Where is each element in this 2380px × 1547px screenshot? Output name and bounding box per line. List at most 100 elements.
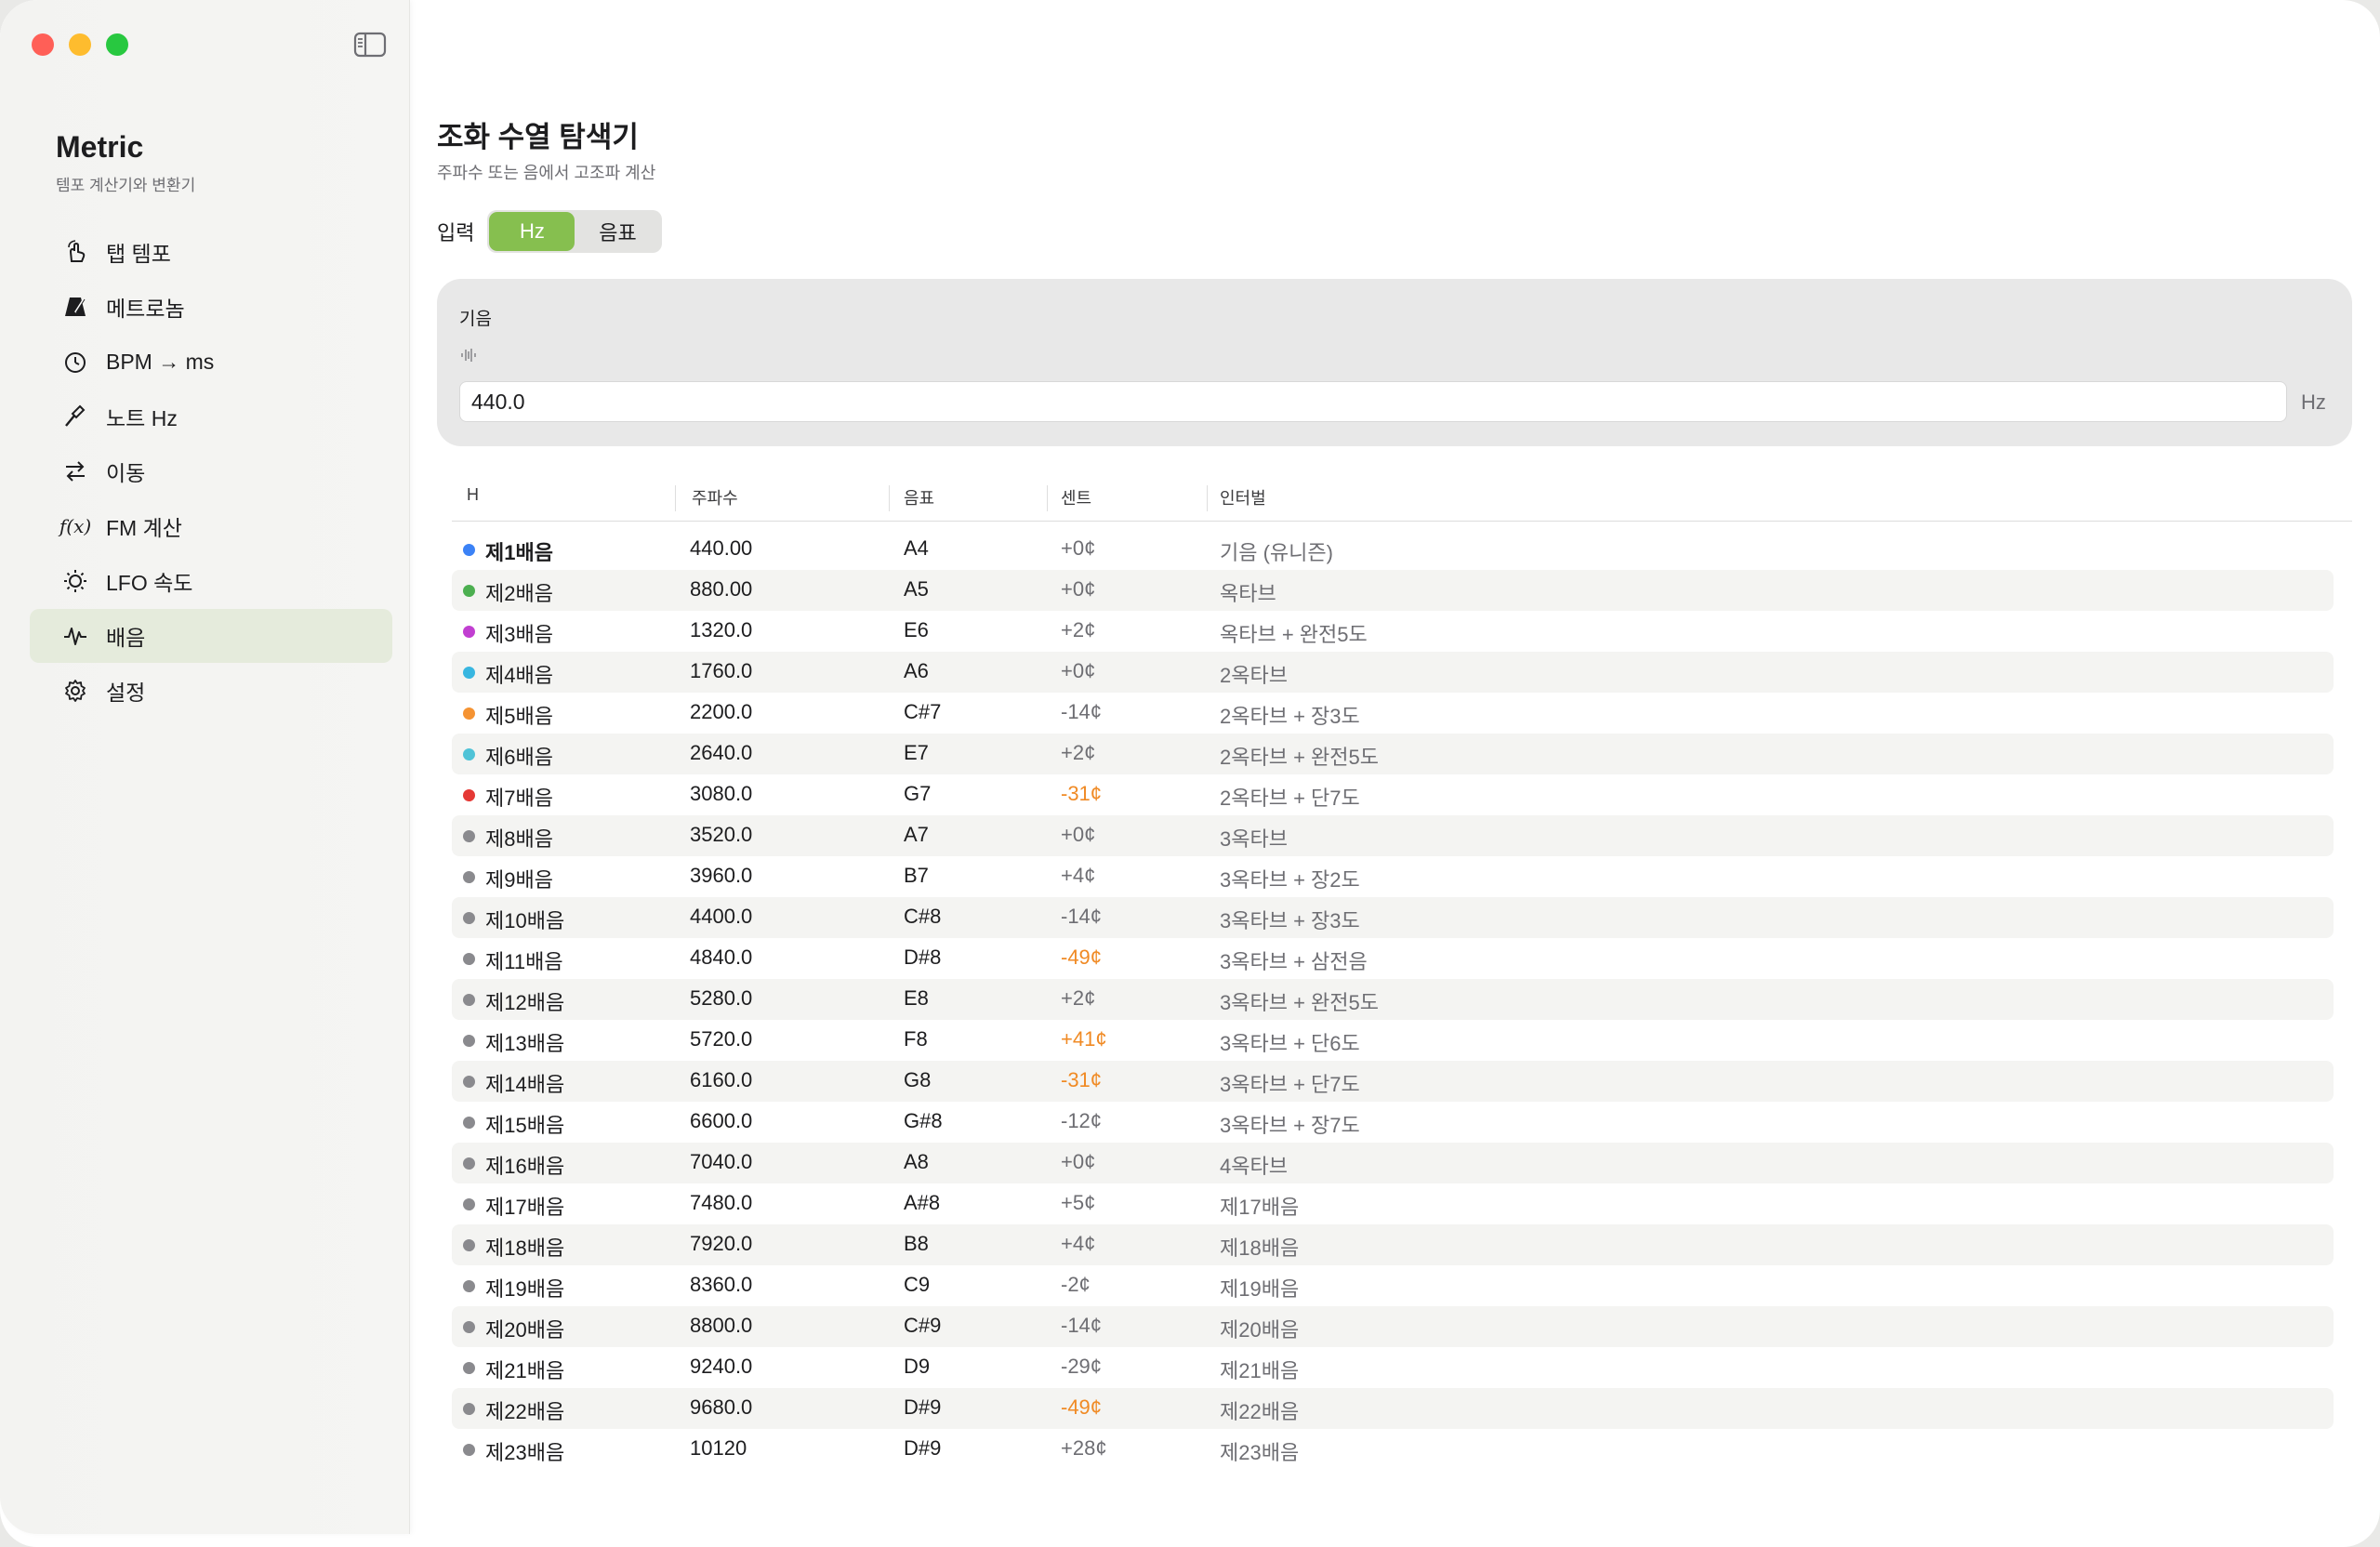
main-content: 조화 수열 탐색기 주파수 또는 음에서 고조파 계산 입력 Hz 음표 기음 …: [437, 0, 2352, 1547]
sidebar-item-fm[interactable]: f(x) FM 계산: [30, 499, 392, 553]
cents-cell: +0¢: [1061, 659, 1096, 682]
interval-cell: 2옥타브 + 완전5도: [1220, 746, 1379, 769]
table-body: 제1배음 440.00 A4 +0¢ 기음 (유니즌) 제2배음 880.00 A5 +0¢ 옥타…: [452, 529, 2352, 1470]
table-row[interactable]: 제9배음 3960.0 B7 +4¢ 3옥타브 + 장2도: [452, 856, 2334, 897]
sidebar-item-label: 배음: [106, 626, 146, 650]
table-row[interactable]: 제3배음 1320.0 E6 +2¢ 옥타브 + 완전5도: [452, 611, 2334, 652]
cents-cell: -14¢: [1061, 700, 1103, 723]
column-header-harmonic[interactable]: H: [467, 485, 479, 505]
table-row[interactable]: 제1배음 440.00 A4 +0¢ 기음 (유니즌): [452, 529, 2334, 570]
column-header-frequency[interactable]: 주파수: [692, 485, 738, 509]
harmonic-cell: 제17배음: [485, 1196, 565, 1219]
harmonic-color-dot: [463, 789, 475, 801]
harmonic-cell: 제11배음: [485, 950, 563, 973]
harmonic-cell: 제20배음: [485, 1318, 565, 1342]
table-row[interactable]: 제18배음 7920.0 B8 +4¢ 제18배음: [452, 1224, 2334, 1265]
harmonic-cell: 제4배음: [485, 664, 553, 687]
table-row[interactable]: 제22배음 9680.0 D#9 -49¢ 제22배음: [452, 1388, 2334, 1429]
table-row[interactable]: 제7배음 3080.0 G7 -31¢ 2옥타브 + 단7도: [452, 774, 2334, 815]
interval-cell: 제22배음: [1220, 1400, 1300, 1423]
timer-icon: [61, 348, 89, 376]
harmonic-cell: 제7배음: [485, 787, 553, 810]
table-row[interactable]: 제21배음 9240.0 D9 -29¢ 제21배음: [452, 1347, 2334, 1388]
zoom-window-button[interactable]: [106, 33, 128, 56]
sidebar-item-label: LFO 속도: [106, 571, 193, 595]
harmonic-cell: 제3배음: [485, 623, 553, 646]
sidebar-item-settings[interactable]: 설정: [30, 664, 392, 718]
note-cell: C#9: [904, 1314, 942, 1337]
frequency-cell: 2640.0: [690, 741, 753, 764]
table-row[interactable]: 제5배음 2200.0 C#7 -14¢ 2옥타브 + 장3도: [452, 693, 2334, 734]
table-row[interactable]: 제6배음 2640.0 E7 +2¢ 2옥타브 + 완전5도: [452, 734, 2334, 774]
table-row[interactable]: 제20배음 8800.0 C#9 -14¢ 제20배음: [452, 1306, 2334, 1347]
note-cell: A5: [904, 577, 929, 601]
interval-cell: 제18배음: [1220, 1236, 1300, 1260]
table-row[interactable]: 제14배음 6160.0 G8 -31¢ 3옥타브 + 단7도: [452, 1061, 2334, 1102]
frequency-unit-label: Hz: [2301, 390, 2326, 414]
note-cell: A#8: [904, 1191, 941, 1214]
harmonic-color-dot: [463, 871, 475, 883]
interval-cell: 제17배음: [1220, 1196, 1300, 1219]
column-header-cents[interactable]: 센트: [1061, 485, 1091, 509]
note-cell: G7: [904, 782, 932, 805]
frequency-cell: 6600.0: [690, 1109, 753, 1132]
harmonic-cell: 제6배음: [485, 746, 553, 769]
fundamental-panel: 기음 Hz: [437, 279, 2352, 446]
minimize-window-button[interactable]: [69, 33, 91, 56]
interval-cell: 제19배음: [1220, 1277, 1300, 1301]
frequency-cell: 1760.0: [690, 659, 753, 682]
table-row[interactable]: 제13배음 5720.0 F8 +41¢ 3옥타브 + 단6도: [452, 1020, 2334, 1061]
harmonic-color-dot: [463, 994, 475, 1006]
frequency-cell: 880.00: [690, 577, 753, 601]
table-row[interactable]: 제17배음 7480.0 A#8 +5¢ 제17배음: [452, 1183, 2334, 1224]
note-cell: D#9: [904, 1436, 942, 1460]
note-cell: A8: [904, 1150, 929, 1173]
table-row[interactable]: 제2배음 880.00 A5 +0¢ 옥타브: [452, 570, 2334, 611]
column-header-interval[interactable]: 인터벌: [1220, 485, 1266, 509]
column-header-note[interactable]: 음표: [904, 485, 934, 509]
fundamental-frequency-input[interactable]: [459, 381, 2287, 422]
cents-cell: +2¢: [1061, 986, 1096, 1010]
table-row[interactable]: 제12배음 5280.0 E8 +2¢ 3옥타브 + 완전5도: [452, 979, 2334, 1020]
cents-cell: +2¢: [1061, 741, 1096, 764]
sidebar-toggle-icon[interactable]: [353, 32, 387, 58]
table-row[interactable]: 제15배음 6600.0 G#8 -12¢ 3옥타브 + 장7도: [452, 1102, 2334, 1143]
sidebar-item-note-hz[interactable]: 노트 Hz: [30, 390, 392, 443]
mode-note-button[interactable]: 음표: [575, 212, 660, 251]
table-row[interactable]: 제16배음 7040.0 A8 +0¢ 4옥타브: [452, 1143, 2334, 1183]
table-row[interactable]: 제19배음 8360.0 C9 -2¢ 제19배음: [452, 1265, 2334, 1306]
harmonic-cell: 제18배음: [485, 1236, 565, 1260]
frequency-cell: 9680.0: [690, 1395, 753, 1419]
sidebar-item-bpm-ms[interactable]: BPM → ms: [30, 335, 392, 389]
harmonic-cell: 제5배음: [485, 705, 553, 728]
harmonic-color-dot: [463, 1117, 475, 1129]
frequency-cell: 8800.0: [690, 1314, 753, 1337]
interval-cell: 3옥타브 + 단6도: [1220, 1032, 1360, 1055]
note-cell: D9: [904, 1355, 931, 1378]
sidebar-nav: 탭 템포 메트로놈 BPM → ms 노트 Hz 이동 f(x) FM 계산 L…: [30, 225, 392, 719]
interval-cell: 제21배음: [1220, 1359, 1300, 1382]
cents-cell: +0¢: [1061, 1150, 1096, 1173]
sidebar-item-tap-tempo[interactable]: 탭 템포: [30, 225, 392, 279]
table-row[interactable]: 제4배음 1760.0 A6 +0¢ 2옥타브: [452, 652, 2334, 693]
table-row[interactable]: 제23배음 10120 D#9 +28¢ 제23배음: [452, 1429, 2334, 1470]
harmonic-cell: 제10배음: [485, 909, 565, 932]
fundamental-label: 기음: [459, 310, 492, 329]
frequency-cell: 7480.0: [690, 1191, 753, 1214]
table-row[interactable]: 제11배음 4840.0 D#8 -49¢ 3옥타브 + 삼전음: [452, 938, 2334, 979]
note-cell: E8: [904, 986, 929, 1010]
harmonic-cell: 제12배음: [485, 991, 565, 1014]
sidebar-item-harmonics[interactable]: 배음: [30, 609, 392, 663]
close-window-button[interactable]: [32, 33, 54, 56]
mode-hz-button[interactable]: Hz: [489, 212, 575, 251]
table-row[interactable]: 제8배음 3520.0 A7 +0¢ 3옥타브: [452, 815, 2334, 856]
note-cell: A6: [904, 659, 929, 682]
note-cell: C9: [904, 1273, 931, 1296]
frequency-cell: 3520.0: [690, 823, 753, 846]
cents-cell: +0¢: [1061, 823, 1096, 846]
table-row[interactable]: 제10배음 4400.0 C#8 -14¢ 3옥타브 + 장3도: [452, 897, 2334, 938]
sidebar-item-lfo[interactable]: LFO 속도: [30, 554, 392, 608]
sidebar-item-transpose[interactable]: 이동: [30, 444, 392, 498]
sidebar-item-metronome[interactable]: 메트로놈: [30, 280, 392, 334]
interval-cell: 3옥타브: [1220, 827, 1288, 851]
